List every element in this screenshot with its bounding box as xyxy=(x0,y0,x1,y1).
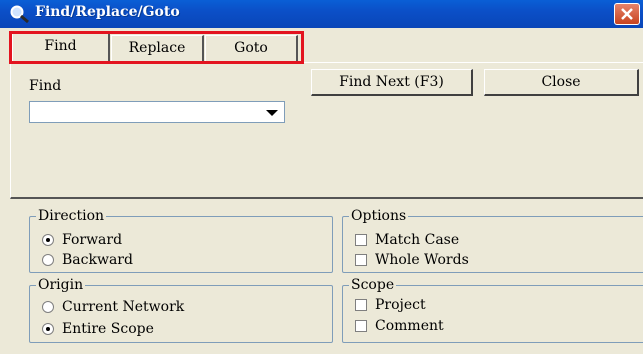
radio-label: Forward xyxy=(62,232,123,248)
radio-entire-scope[interactable]: Entire Scope xyxy=(42,320,154,338)
scope-group: Scope Project Comment xyxy=(342,277,643,343)
checkbox[interactable] xyxy=(355,254,367,266)
checkbox-comment[interactable]: Comment xyxy=(355,317,444,335)
tab-replace[interactable]: Replace xyxy=(111,35,204,62)
origin-group: Origin Current Network Entire Scope xyxy=(29,277,333,343)
radio-backward[interactable]: Backward xyxy=(42,251,133,269)
checkbox[interactable] xyxy=(355,320,367,332)
checkbox-project[interactable]: Project xyxy=(355,296,426,314)
radio-current-network[interactable]: Current Network xyxy=(42,298,184,316)
find-replace-dialog: Find/Replace/Goto Find Replace Goto Find… xyxy=(0,0,643,354)
options-group: Options Match Case Whole Words xyxy=(342,208,643,273)
checkbox-match-case[interactable]: Match Case xyxy=(355,231,459,249)
radio-label: Entire Scope xyxy=(62,321,154,337)
radio-forward[interactable]: Forward xyxy=(42,231,122,249)
find-combo[interactable] xyxy=(29,101,285,123)
checkbox-whole-words[interactable]: Whole Words xyxy=(355,251,469,269)
close-button[interactable]: Close xyxy=(484,69,639,96)
direction-group: Direction Forward Backward xyxy=(29,208,333,273)
checkbox-label: Project xyxy=(375,297,426,313)
checkbox[interactable] xyxy=(355,234,367,246)
tab-goto[interactable]: Goto xyxy=(205,35,298,62)
checkbox-label: Comment xyxy=(375,318,444,334)
close-icon xyxy=(621,8,633,20)
chevron-down-icon[interactable] xyxy=(266,110,278,116)
origin-group-title: Origin xyxy=(36,277,86,293)
find-next-button[interactable]: Find Next (F3) xyxy=(311,69,473,96)
radio-label: Current Network xyxy=(62,299,185,315)
find-label: Find xyxy=(29,78,62,94)
window-title: Find/Replace/Goto xyxy=(35,4,180,20)
tab-find[interactable]: Find xyxy=(12,32,110,63)
checkbox-label: Whole Words xyxy=(375,252,469,268)
checkbox-label: Match Case xyxy=(375,232,460,248)
close-window-button[interactable] xyxy=(614,3,640,25)
options-group-title: Options xyxy=(349,208,409,224)
direction-group-title: Direction xyxy=(36,208,107,224)
radio-button[interactable] xyxy=(42,254,54,266)
radio-label: Backward xyxy=(62,252,133,268)
scope-group-title: Scope xyxy=(349,277,397,293)
radio-button[interactable] xyxy=(42,234,54,246)
checkbox[interactable] xyxy=(355,299,367,311)
radio-button[interactable] xyxy=(42,301,54,313)
title-bar[interactable]: Find/Replace/Goto xyxy=(0,0,643,28)
magnifier-icon xyxy=(9,4,31,24)
radio-button[interactable] xyxy=(42,323,54,335)
